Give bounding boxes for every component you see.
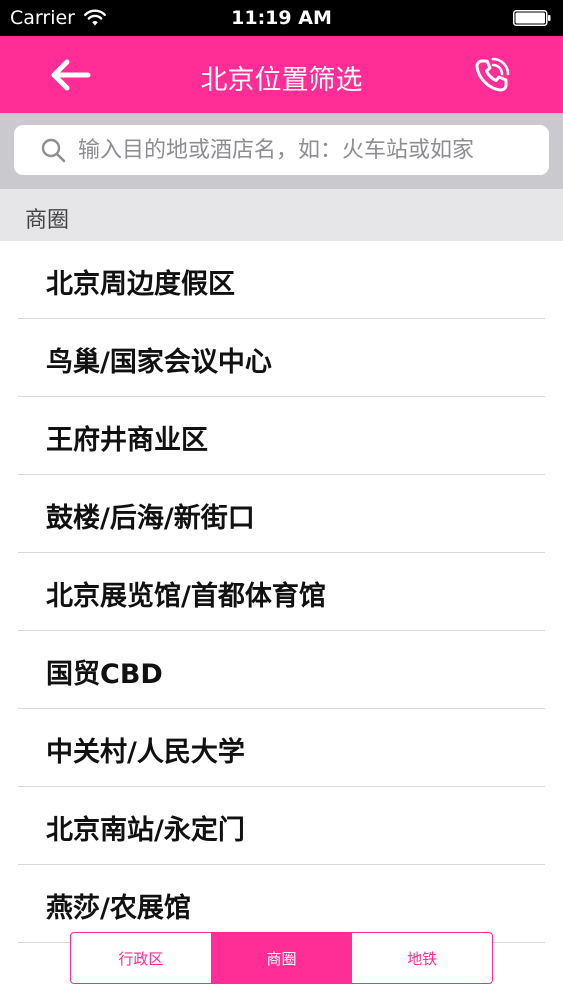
- list-item[interactable]: 国贸CBD: [18, 631, 545, 709]
- search-icon: [41, 138, 66, 163]
- status-time: 11:19 AM: [231, 7, 332, 29]
- list-item-label: 鼓楼/后海/新街口: [46, 503, 255, 534]
- list-item-label: 北京展览馆/首都体育馆: [46, 581, 326, 612]
- list-item[interactable]: 北京展览馆/首都体育馆: [18, 553, 545, 631]
- phone-icon[interactable]: [471, 56, 511, 96]
- list-item-label: 国贸CBD: [46, 659, 163, 690]
- list-item-label: 王府井商业区: [46, 425, 208, 456]
- list-item[interactable]: 鼓楼/后海/新街口: [18, 475, 545, 553]
- list-item-label: 中关村/人民大学: [46, 737, 245, 768]
- tab-business-area[interactable]: 商圈: [210, 933, 352, 983]
- search-area: [0, 113, 563, 189]
- list-item-label: 北京周边度假区: [46, 269, 235, 300]
- tab-subway[interactable]: 地铁: [351, 933, 492, 983]
- list-item[interactable]: 王府井商业区: [18, 397, 545, 475]
- filter-segmented-control: 行政区 商圈 地铁: [70, 932, 493, 984]
- section-title: 商圈: [25, 208, 70, 233]
- list-item[interactable]: 北京周边度假区: [18, 241, 545, 319]
- list-item-label: 燕莎/农展馆: [46, 893, 191, 924]
- nav-bar: 北京位置筛选: [0, 36, 563, 113]
- list-item[interactable]: 北京南站/永定门: [18, 787, 545, 865]
- section-header: 商圈: [0, 189, 563, 241]
- tab-district[interactable]: 行政区: [71, 933, 211, 983]
- search-input[interactable]: [78, 137, 533, 163]
- status-bar: Carrier 11:19 AM: [0, 0, 563, 36]
- list-item[interactable]: 中关村/人民大学: [18, 709, 545, 787]
- battery-icon: [513, 10, 551, 26]
- list-item-label: 北京南站/永定门: [46, 815, 245, 846]
- list-item-label: 鸟巢/国家会议中心: [46, 347, 272, 378]
- business-district-list: 北京周边度假区 鸟巢/国家会议中心 王府井商业区 鼓楼/后海/新街口 北京展览馆…: [0, 241, 563, 943]
- list-item[interactable]: 鸟巢/国家会议中心: [18, 319, 545, 397]
- search-box[interactable]: [14, 125, 549, 175]
